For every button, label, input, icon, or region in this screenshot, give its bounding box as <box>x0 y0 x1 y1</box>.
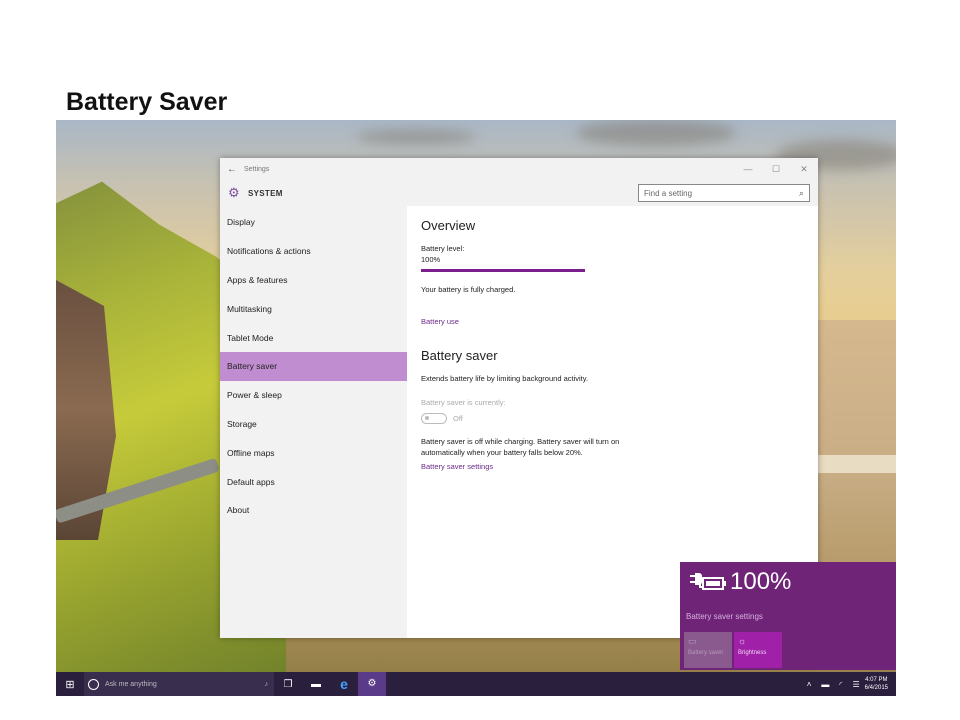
clock-date: 6/4/2015 <box>864 685 888 691</box>
sidebar: Display Notifications & actions Apps & f… <box>220 206 407 638</box>
battery-percent: 100% <box>730 568 792 595</box>
sidebar-item-display[interactable]: Display <box>220 208 407 237</box>
battery-plug-icon <box>690 573 726 590</box>
sidebar-item-tablet-mode[interactable]: Tablet Mode <box>220 323 407 352</box>
sidebar-item-battery-saver[interactable]: Battery saver <box>220 351 407 381</box>
notifications-icon[interactable]: ☰ <box>852 680 859 689</box>
battery-saver-toggle[interactable] <box>421 413 447 424</box>
brightness-icon: ☼ <box>738 636 747 646</box>
clock-time: 4:07 PM <box>865 677 888 683</box>
settings-header: ⚙ SYSTEM Find a setting ⌕ <box>220 180 818 206</box>
sidebar-item-apps[interactable]: Apps & features <box>220 266 407 295</box>
search-icon[interactable]: ⌕ <box>799 188 804 199</box>
battery-use-link[interactable]: Battery use <box>421 317 804 326</box>
overview-heading: Overview <box>421 218 476 233</box>
brightness-tile-label: Brightness <box>738 650 767 656</box>
battery-saver-note-2: automatically when your battery falls be… <box>421 448 583 457</box>
wifi-icon[interactable]: ◜ <box>839 680 842 689</box>
desktop-wallpaper: ← Settings — ☐ ✕ ⚙ SYSTEM Find a setting… <box>56 120 896 696</box>
clock[interactable]: 4:07 PM 6/4/2015 <box>865 676 888 692</box>
edge-browser-icon[interactable]: e <box>330 676 358 692</box>
flyout-battery-saver-settings-link[interactable]: Battery saver settings <box>686 612 763 621</box>
cortana-icon <box>88 678 99 690</box>
show-hidden-icons-icon[interactable]: ˄ <box>807 680 812 689</box>
title-bar: ← Settings — ☐ ✕ <box>220 158 818 180</box>
gear-icon: ⚙ <box>228 185 240 200</box>
minimize-button[interactable]: — <box>734 164 762 175</box>
brightness-tile[interactable]: ☼ Brightness <box>734 632 782 668</box>
sidebar-item-power-sleep[interactable]: Power & sleep <box>220 381 407 410</box>
settings-taskbar-icon[interactable]: ⚙ <box>358 672 386 696</box>
battery-level-label: Battery level: <box>421 244 465 253</box>
microphone-icon[interactable]: ♪ <box>265 681 269 688</box>
battery-tray-icon[interactable]: ▬ <box>821 680 829 689</box>
windows-start-icon[interactable]: ⊞ <box>56 678 84 691</box>
close-button[interactable]: ✕ <box>790 164 818 175</box>
task-view-icon[interactable]: ❐ <box>274 679 302 690</box>
battery-saver-tile-icon: ▭ <box>688 636 697 646</box>
battery-status: Your battery is fully charged. <box>421 285 516 294</box>
battery-saver-note-1: Battery saver is off while charging. Bat… <box>421 437 620 446</box>
maximize-button[interactable]: ☐ <box>762 164 790 175</box>
sidebar-item-storage[interactable]: Storage <box>220 410 407 439</box>
battery-saver-heading: Battery saver <box>421 348 498 363</box>
battery-saver-currently-label: Battery saver is currently: <box>421 398 506 407</box>
battery-saver-tile[interactable]: ▭ Battery saver <box>684 632 732 668</box>
battery-saver-settings-link[interactable]: Battery saver settings <box>421 462 804 471</box>
store-icon[interactable]: ▬ <box>302 679 330 690</box>
taskbar: ⊞ Ask me anything ♪ ❐ ▬ e ⚙ ˄ ▬ ◜ ☰ 4:07… <box>56 672 896 696</box>
battery-saver-tile-label: Battery saver <box>688 650 724 656</box>
cortana-search-box[interactable]: Ask me anything ♪ <box>84 672 274 696</box>
slide-title: Battery Saver <box>66 88 228 116</box>
battery-saver-description: Extends battery life by limiting backgro… <box>421 374 589 383</box>
search-input[interactable]: Find a setting ⌕ <box>638 184 810 202</box>
back-arrow-icon[interactable]: ← <box>220 164 244 175</box>
cortana-placeholder: Ask me anything <box>105 680 157 688</box>
battery-level-value: 100% <box>421 255 441 264</box>
battery-level-bar <box>421 269 585 272</box>
sidebar-item-multitasking[interactable]: Multitasking <box>220 294 407 323</box>
sidebar-item-offline-maps[interactable]: Offline maps <box>220 438 407 467</box>
sidebar-item-default-apps[interactable]: Default apps <box>220 467 407 496</box>
window-title: Settings <box>244 165 270 173</box>
system-tray: ˄ ▬ ◜ ☰ 4:07 PM 6/4/2015 <box>802 676 896 692</box>
battery-saver-toggle-state: Off <box>453 414 463 423</box>
search-placeholder: Find a setting <box>644 188 693 198</box>
battery-flyout: 100% Battery saver settings ▭ Battery sa… <box>680 562 896 670</box>
sidebar-item-about[interactable]: About <box>220 496 407 525</box>
sidebar-item-notifications[interactable]: Notifications & actions <box>220 237 407 266</box>
section-title: SYSTEM <box>248 188 283 198</box>
